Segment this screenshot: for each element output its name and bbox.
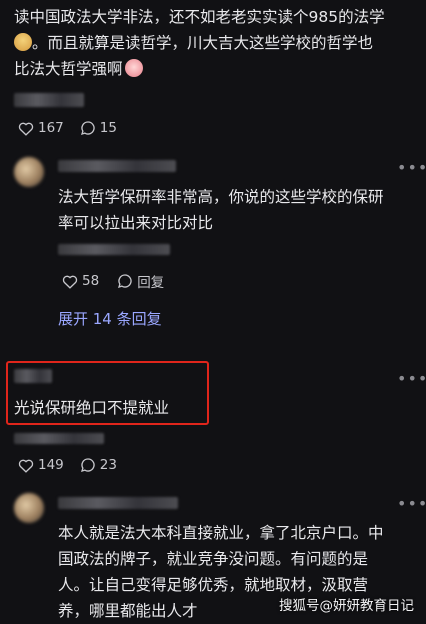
reply-2-author-blurred	[58, 497, 178, 509]
reply-1-line-1: 法大哲学保研率非常高，你说的这些学校的保研	[58, 188, 384, 206]
reply-1-actions: 58 回复	[62, 271, 164, 291]
comment-1-author-blurred	[14, 93, 84, 107]
heart-icon	[18, 459, 34, 473]
comment-2-text: 光说保研绝口不提就业	[14, 399, 170, 417]
comment-1-text: 读中国政法大学非法，还不如老老实实读个985的法学 。而且就算是读哲学，川大吉大…	[14, 4, 414, 82]
avatar[interactable]	[14, 493, 44, 523]
like-count: 167	[38, 120, 64, 136]
comment-1-actions: 167 15	[18, 120, 117, 136]
heart-icon	[18, 122, 34, 136]
comment-bubble-icon	[118, 274, 132, 288]
reply-count: 23	[99, 457, 117, 473]
like-count: 58	[82, 273, 100, 289]
more-options-icon[interactable]: •••	[397, 369, 426, 388]
watermark: 搜狐号@妍妍教育日记	[279, 598, 414, 614]
comment-2-actions: 149 23	[18, 457, 117, 473]
reply-count: 15	[99, 120, 117, 136]
doge-emoji-icon	[14, 33, 32, 51]
like-button[interactable]: 149	[18, 457, 64, 473]
like-button[interactable]: 58	[62, 273, 99, 289]
reply-label: 回复	[137, 275, 165, 291]
avatar[interactable]	[14, 157, 44, 187]
reply-1-text: 法大哲学保研率非常高，你说的这些学校的保研 率可以拉出来对比对比	[58, 184, 408, 236]
like-button[interactable]: 167	[18, 120, 64, 136]
reply-2-line-2: 国政法的牌子，就业竞争没问题。有问题的是	[58, 550, 369, 568]
reply-button[interactable]: 23	[80, 457, 117, 473]
expand-replies-link[interactable]: 展开 14 条回复	[58, 308, 162, 329]
comment-bubble-icon	[80, 458, 95, 472]
more-options-icon[interactable]: •••	[397, 158, 426, 177]
crying-emoji-icon	[124, 59, 143, 77]
heart-icon	[62, 275, 78, 289]
comment-bubble-icon	[80, 121, 95, 135]
comment-1: 读中国政法大学非法，还不如老老实实读个985的法学 。而且就算是读哲学，川大吉大…	[14, 4, 414, 82]
comment-1-line-3: 比法大哲学强啊	[14, 60, 123, 78]
reply-button[interactable]: 回复	[117, 271, 164, 291]
reply-1-line-2: 率可以拉出来对比对比	[58, 214, 214, 232]
comment-2-meta-blurred	[14, 433, 104, 444]
comment-1-line-1: 读中国政法大学非法，还不如老老实实读个985的法学	[14, 8, 385, 26]
more-options-icon[interactable]: •••	[397, 494, 426, 513]
reply-button[interactable]: 15	[80, 120, 117, 136]
reply-1-meta-blurred	[58, 244, 170, 255]
reply-2-line-1: 本人就是法大本科直接就业，拿了北京户口。中	[58, 524, 384, 542]
like-count: 149	[38, 457, 64, 473]
comment-1-line-2: 。而且就算是读哲学，川大吉大这些学校的哲学也	[32, 34, 374, 52]
reply-1-author-blurred	[58, 160, 176, 172]
